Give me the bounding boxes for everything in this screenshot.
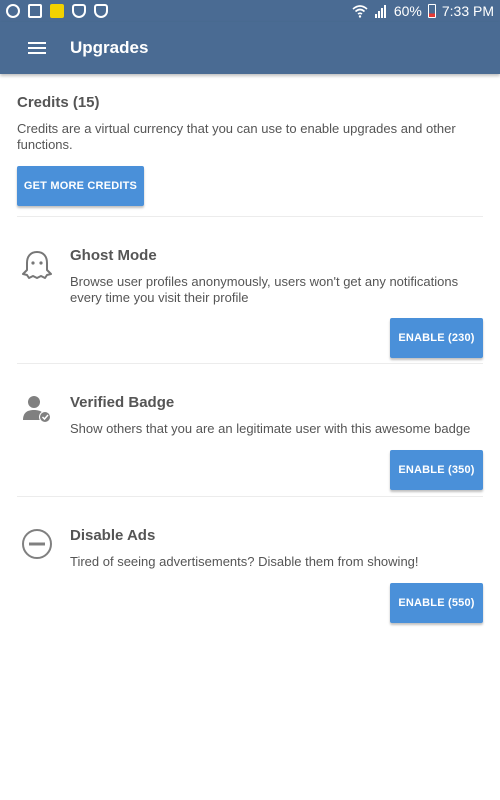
enable-ghost-mode-button[interactable]: ENABLE (230) (390, 318, 483, 358)
whatsapp-icon (6, 4, 20, 18)
upgrade-title: Verified Badge (70, 394, 175, 411)
status-bar: 60% 7:33 PM (0, 0, 500, 22)
battery-percent: 60% (393, 3, 422, 19)
app-bar: Upgrades (0, 22, 500, 74)
wifi-icon (352, 5, 368, 18)
enable-disable-ads-button[interactable]: ENABLE (550) (390, 583, 483, 623)
upgrade-title: Ghost Mode (70, 247, 157, 264)
upgrade-description: Tired of seeing advertisements? Disable … (70, 554, 419, 569)
page-title: Upgrades (70, 38, 149, 57)
upgrade-description: Browse user profiles anonymously, users … (70, 274, 459, 305)
ghost-icon (22, 251, 52, 279)
enable-verified-badge-button[interactable]: ENABLE (350) (390, 450, 483, 490)
credits-section: Credits (15) Credits are a virtual curre… (0, 74, 500, 206)
shield-icon (94, 4, 108, 18)
shield-icon (72, 4, 86, 18)
image-icon (28, 4, 42, 18)
battery-icon (427, 4, 436, 18)
upgrade-ghost-mode: Ghost Mode Browse user profiles anonymou… (0, 217, 500, 363)
app-icon (50, 4, 64, 18)
upgrade-disable-ads: Disable Ads Tired of seeing advertisemen… (0, 497, 500, 637)
credits-description: Credits are a virtual currency that you … (17, 121, 456, 152)
upgrades-content: Credits (15) Credits are a virtual curre… (0, 74, 500, 637)
get-more-credits-button[interactable]: GET MORE CREDITS (17, 166, 144, 206)
verified-user-icon (23, 396, 51, 423)
upgrade-verified-badge: Verified Badge Show others that you are … (0, 364, 500, 496)
upgrade-title: Disable Ads (70, 527, 156, 544)
credits-title: Credits (15) (17, 94, 100, 111)
clock: 7:33 PM (441, 3, 494, 19)
hamburger-menu-icon[interactable] (0, 22, 56, 74)
signal-icon (374, 4, 388, 18)
block-icon (22, 529, 52, 559)
upgrade-description: Show others that you are an legitimate u… (70, 421, 471, 436)
